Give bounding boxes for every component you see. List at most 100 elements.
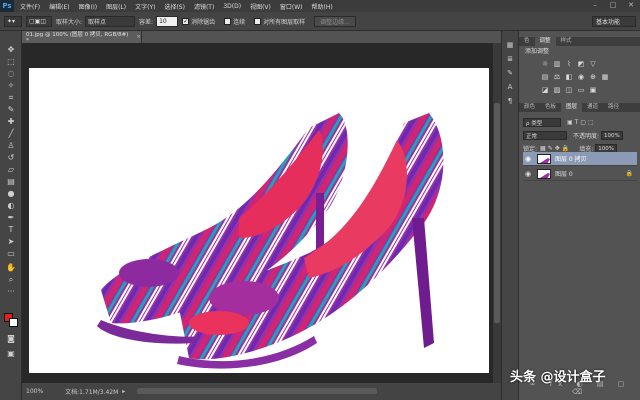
- close-button[interactable]: ✕: [624, 1, 638, 10]
- hand-tool-icon[interactable]: ✋: [5, 263, 17, 273]
- blur-tool-icon[interactable]: ●: [5, 189, 17, 199]
- layer-name[interactable]: 图层 0 拷贝: [555, 154, 587, 163]
- window-controls: – □ ✕: [588, 1, 638, 10]
- visibility-eye-icon[interactable]: ◉: [523, 170, 533, 178]
- contiguous-checkbox[interactable]: [224, 17, 232, 25]
- sample-all-layers-checkbox[interactable]: [254, 17, 262, 25]
- layer-filter-icons[interactable]: ▣T▢⬚: [567, 119, 596, 126]
- shape-tool-icon[interactable]: ▭: [5, 249, 17, 259]
- threshold-icon[interactable]: ◫: [565, 86, 573, 94]
- layer-row-selected[interactable]: ◉ 图层 0 拷贝: [523, 152, 637, 166]
- vertical-scroll-thumb[interactable]: [494, 103, 500, 323]
- vibrance-icon[interactable]: ▽: [589, 60, 597, 68]
- character-icon[interactable]: A: [505, 83, 515, 91]
- posterize-icon[interactable]: ▨: [553, 86, 561, 94]
- opacity-input[interactable]: 100%: [601, 131, 624, 140]
- tab-color[interactable]: 色: [519, 37, 535, 46]
- menu-edit[interactable]: 编辑(E): [49, 2, 69, 11]
- screen-mode-icon[interactable]: ▣: [5, 349, 17, 359]
- menu-window[interactable]: 窗口(W): [280, 2, 303, 11]
- properties-icon[interactable]: ≣: [505, 55, 515, 63]
- adjustment-icons-row-3: ◪ ▨ ◫ ▭ ▣: [541, 86, 597, 94]
- sample-size-select[interactable]: 取样点: [85, 15, 136, 27]
- color-lookup-icon[interactable]: ▦: [601, 73, 609, 81]
- menu-file[interactable]: 文件(F): [20, 2, 40, 11]
- refine-edge-button[interactable]: 调整边缘...: [314, 15, 356, 27]
- minimize-button[interactable]: –: [588, 1, 602, 10]
- photo-filter-icon[interactable]: ◉: [577, 73, 585, 81]
- horizontal-scrollbar[interactable]: [137, 388, 377, 394]
- zoom-level[interactable]: 100%: [26, 388, 43, 395]
- menu-select[interactable]: 选择(S): [164, 2, 185, 11]
- background-color-swatch[interactable]: [9, 318, 18, 327]
- layer-filter-select[interactable]: ρ 类型: [523, 118, 561, 127]
- curves-icon[interactable]: ⌇: [565, 60, 573, 68]
- document-canvas[interactable]: [29, 68, 489, 373]
- lasso-tool-icon[interactable]: ◌: [5, 69, 17, 79]
- maximize-button[interactable]: □: [606, 1, 620, 10]
- tab-swatches-color[interactable]: 颜色: [519, 103, 540, 112]
- eyedropper-tool-icon[interactable]: ✎: [5, 105, 17, 115]
- magic-wand-tool-icon[interactable]: ✧: [5, 81, 17, 91]
- menu-layer[interactable]: 图层(L): [106, 2, 126, 11]
- tab-styles[interactable]: 样式: [556, 37, 577, 46]
- tolerance-input[interactable]: 10: [156, 15, 179, 27]
- crop-tool-icon[interactable]: ⌗: [5, 93, 17, 103]
- gradient-map-icon[interactable]: ▭: [577, 86, 585, 94]
- close-document-icon[interactable]: ×: [136, 34, 141, 40]
- type-tool-icon[interactable]: T: [5, 225, 17, 235]
- layer-name[interactable]: 图层 0: [555, 169, 573, 178]
- eraser-tool-icon[interactable]: ▱: [5, 165, 17, 175]
- gradient-tool-icon[interactable]: ▤: [5, 177, 17, 187]
- history-icon[interactable]: ▦: [505, 41, 515, 49]
- marquee-tool-icon[interactable]: ⬚: [5, 57, 17, 67]
- invert-icon[interactable]: ◪: [541, 86, 549, 94]
- tab-layers[interactable]: 图层: [561, 103, 583, 112]
- dodge-tool-icon[interactable]: ◐: [5, 201, 17, 211]
- menu-help[interactable]: 帮助(H): [312, 2, 333, 11]
- quick-mask-icon[interactable]: ◙: [5, 334, 17, 344]
- workspace-select[interactable]: 基本功能: [592, 16, 636, 27]
- tool-preset-picker[interactable]: ✦▾: [4, 15, 22, 27]
- menu-view[interactable]: 视图(V): [250, 2, 271, 11]
- clone-stamp-tool-icon[interactable]: ♙: [5, 141, 17, 151]
- levels-icon[interactable]: ▥: [553, 60, 561, 68]
- channel-mixer-icon[interactable]: ⊕: [589, 73, 597, 81]
- black-white-icon[interactable]: ◧: [565, 73, 573, 81]
- pen-tool-icon[interactable]: ✒: [5, 213, 17, 223]
- status-arrow-icon[interactable]: ▸: [122, 388, 125, 395]
- visibility-eye-icon[interactable]: ◉: [523, 155, 533, 163]
- document-tab[interactable]: 01.jpg @ 100% (图层 0 拷贝, RGB/8#) * ×: [22, 31, 142, 44]
- selective-color-icon[interactable]: ▣: [589, 86, 597, 94]
- tab-channels[interactable]: 通道: [582, 103, 603, 112]
- blend-mode-select[interactable]: 正常: [523, 131, 567, 140]
- move-tool-icon[interactable]: ✥: [5, 45, 17, 55]
- tab-swatches[interactable]: 色板: [540, 103, 561, 112]
- brush-panel-icon[interactable]: ✎: [505, 69, 515, 77]
- tab-paths[interactable]: 路径: [603, 103, 624, 112]
- history-brush-tool-icon[interactable]: ↺: [5, 153, 17, 163]
- menu-type[interactable]: 文字(Y): [135, 2, 155, 11]
- layer-row[interactable]: ◉ 图层 0 🔒: [523, 167, 637, 181]
- brush-tool-icon[interactable]: ╱: [5, 129, 17, 139]
- antialias-checkbox[interactable]: ✓: [182, 17, 190, 25]
- menu-filter[interactable]: 滤镜(T): [194, 2, 214, 11]
- exposure-icon[interactable]: ◩: [577, 60, 585, 68]
- paragraph-icon[interactable]: ¶: [505, 97, 515, 105]
- selection-mode-icons[interactable]: ▢▣◫: [26, 15, 52, 27]
- menu-image[interactable]: 图像(I): [79, 2, 97, 11]
- healing-brush-tool-icon[interactable]: ✚: [5, 117, 17, 127]
- menu-3d[interactable]: 3D(D): [223, 3, 241, 10]
- vertical-scrollbar[interactable]: [493, 43, 501, 383]
- adjustment-icons-row-1: ☼ ▥ ⌇ ◩ ▽: [541, 60, 597, 68]
- lock-icons[interactable]: ▦✎✥🔒: [540, 145, 571, 152]
- color-balance-icon[interactable]: ⚖: [553, 73, 561, 81]
- hue-saturation-icon[interactable]: ▤: [541, 73, 549, 81]
- edit-toolbar-icon[interactable]: ···: [5, 287, 17, 297]
- path-selection-tool-icon[interactable]: ➤: [5, 237, 17, 247]
- sample-size-label: 取样大小:: [56, 18, 83, 26]
- brightness-icon[interactable]: ☼: [541, 60, 549, 68]
- zoom-tool-icon[interactable]: ⌕: [5, 275, 17, 285]
- tab-adjustments[interactable]: 调整: [534, 37, 556, 46]
- document-info[interactable]: 文档:1.71M/3.42M: [65, 387, 118, 396]
